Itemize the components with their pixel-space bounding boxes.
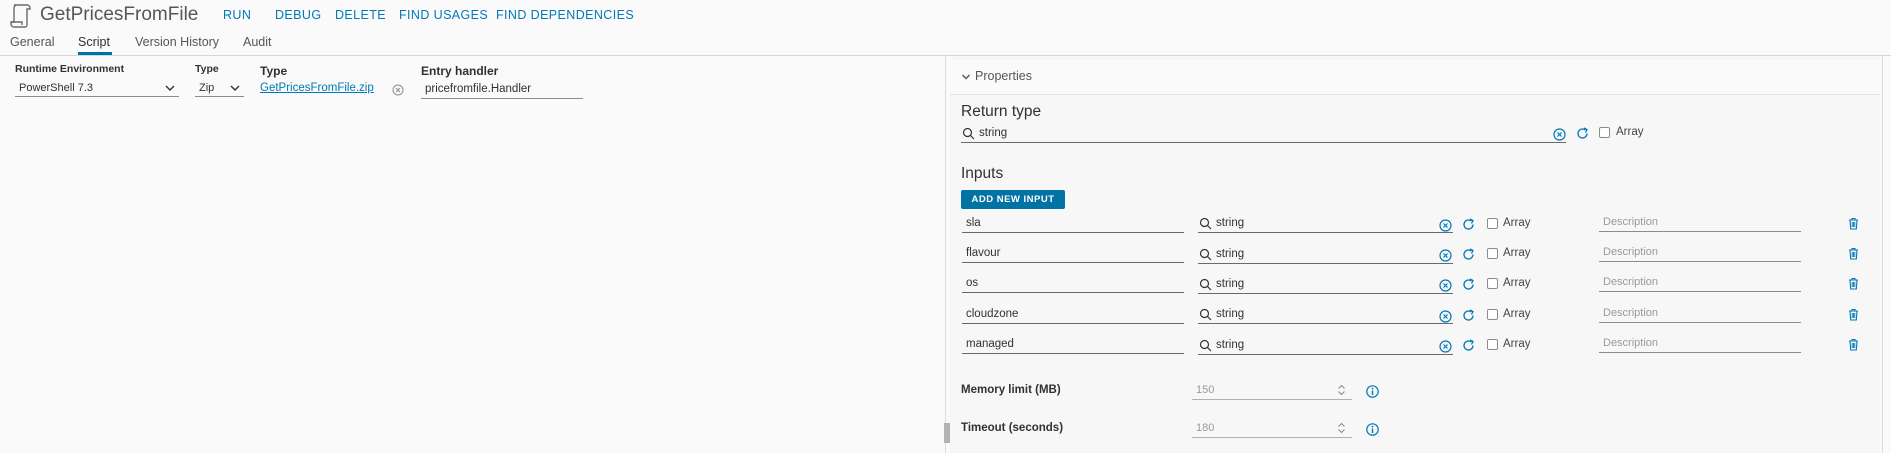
find-dependencies-button[interactable]: FIND DEPENDENCIES	[496, 8, 634, 22]
clear-circle-icon[interactable]	[1439, 249, 1452, 262]
search-icon	[1199, 248, 1212, 261]
timeout-label: Timeout (seconds)	[961, 422, 1064, 434]
input-type-field[interactable]: string	[1198, 337, 1453, 355]
search-icon	[1199, 278, 1212, 291]
input-name-field[interactable]: managed	[962, 336, 1184, 354]
search-icon	[1199, 217, 1212, 230]
search-icon	[962, 127, 975, 140]
memory-limit-input[interactable]: 150	[1192, 382, 1352, 400]
return-type-input[interactable]: string	[961, 125, 1566, 143]
trash-icon[interactable]	[1847, 277, 1860, 290]
runtime-label: Runtime Environment	[15, 63, 125, 75]
chevron-down-icon	[230, 85, 240, 91]
type-value: Zip	[199, 82, 215, 94]
inputs-title: Inputs	[961, 165, 1004, 182]
refresh-icon[interactable]	[1462, 339, 1475, 352]
trash-icon[interactable]	[1847, 217, 1860, 230]
info-icon[interactable]	[1366, 423, 1379, 436]
search-icon	[1199, 339, 1212, 352]
clear-circle-icon[interactable]	[1439, 219, 1452, 232]
return-type-array-checkbox[interactable]	[1599, 127, 1610, 138]
runtime-value: PowerShell 7.3	[19, 82, 93, 94]
debug-button[interactable]: DEBUG	[275, 8, 321, 22]
right-edge-divider	[1882, 56, 1883, 453]
trash-icon[interactable]	[1847, 247, 1860, 260]
input-type-field[interactable]: string	[1198, 246, 1453, 264]
refresh-icon[interactable]	[1462, 309, 1475, 322]
type-label: Type	[195, 63, 219, 75]
timeout-value: 180	[1196, 422, 1215, 434]
timeout-input[interactable]: 180	[1192, 420, 1352, 438]
input-type-field[interactable]: string	[1198, 276, 1453, 294]
input-name-field[interactable]: cloudzone	[962, 306, 1184, 324]
properties-header[interactable]	[950, 60, 1880, 95]
tab-audit[interactable]: Audit	[243, 35, 272, 49]
input-description-field[interactable]: Description	[1599, 274, 1801, 292]
file-type-label: Type	[260, 64, 288, 78]
input-array-checkbox[interactable]	[1487, 309, 1498, 320]
input-array-checkbox[interactable]	[1487, 278, 1498, 289]
input-type-value: string	[1216, 248, 1245, 260]
chevron-down-icon[interactable]	[960, 71, 972, 83]
input-array-checkbox[interactable]	[1487, 248, 1498, 259]
add-new-input-button[interactable]: ADD NEW INPUT	[961, 190, 1065, 209]
pane-divider[interactable]	[945, 56, 946, 453]
chevron-down-icon	[165, 85, 175, 91]
input-description-field[interactable]: Description	[1599, 305, 1801, 323]
input-type-field[interactable]: string	[1198, 306, 1453, 324]
input-array-label: Array	[1503, 338, 1531, 350]
delete-button[interactable]: DELETE	[335, 8, 386, 22]
script-logo-icon	[10, 4, 31, 28]
return-type-title: Return type	[961, 103, 1042, 120]
input-array-checkbox[interactable]	[1487, 339, 1498, 350]
clear-circle-icon[interactable]	[1439, 310, 1452, 323]
input-array-label: Array	[1503, 247, 1531, 259]
type-select[interactable]: Zip	[195, 80, 244, 97]
page-title: GetPricesFromFile	[40, 4, 199, 25]
find-usages-button[interactable]: FIND USAGES	[399, 8, 488, 22]
tab-version-history[interactable]: Version History	[135, 35, 219, 49]
clear-circle-icon[interactable]	[1553, 128, 1566, 141]
stepper-icon[interactable]	[1337, 422, 1346, 434]
clear-circle-icon[interactable]	[1439, 340, 1452, 353]
stepper-icon[interactable]	[1337, 384, 1346, 396]
input-type-field[interactable]: string	[1198, 215, 1453, 233]
clear-circle-icon[interactable]	[392, 84, 404, 96]
run-button[interactable]: RUN	[223, 8, 251, 22]
input-type-value: string	[1216, 217, 1245, 229]
trash-icon[interactable]	[1847, 338, 1860, 351]
return-type-value: string	[979, 127, 1008, 139]
refresh-icon[interactable]	[1462, 278, 1475, 291]
entry-handler-label: Entry handler	[421, 64, 499, 78]
input-type-value: string	[1216, 339, 1245, 351]
input-description-field[interactable]: Description	[1599, 335, 1801, 353]
refresh-icon[interactable]	[1462, 218, 1475, 231]
properties-title[interactable]: Properties	[975, 69, 1032, 83]
input-array-label: Array	[1503, 308, 1531, 320]
input-name-field[interactable]: flavour	[962, 245, 1184, 263]
memory-limit-value: 150	[1196, 384, 1215, 396]
input-name-field[interactable]: os	[962, 275, 1184, 293]
tab-general[interactable]: General	[10, 35, 54, 49]
info-icon[interactable]	[1366, 385, 1379, 398]
input-description-field[interactable]: Description	[1599, 244, 1801, 262]
trash-icon[interactable]	[1847, 308, 1860, 321]
tab-script[interactable]: Script	[78, 35, 110, 49]
input-array-label: Array	[1503, 217, 1531, 229]
input-array-label: Array	[1503, 277, 1531, 289]
refresh-icon[interactable]	[1462, 248, 1475, 261]
refresh-icon[interactable]	[1576, 127, 1589, 140]
input-type-value: string	[1216, 308, 1245, 320]
search-icon	[1199, 308, 1212, 321]
script-file-link[interactable]: GetPricesFromFile.zip	[260, 82, 374, 94]
runtime-select[interactable]: PowerShell 7.3	[15, 80, 179, 97]
clear-circle-icon[interactable]	[1439, 279, 1452, 292]
memory-limit-label: Memory limit (MB)	[961, 384, 1061, 396]
input-type-value: string	[1216, 278, 1245, 290]
return-type-array-label: Array	[1616, 126, 1644, 138]
input-name-field[interactable]: sla	[962, 215, 1184, 233]
input-description-field[interactable]: Description	[1599, 214, 1801, 232]
entry-handler-input[interactable]: pricefromfile.Handler	[421, 81, 583, 99]
input-array-checkbox[interactable]	[1487, 218, 1498, 229]
